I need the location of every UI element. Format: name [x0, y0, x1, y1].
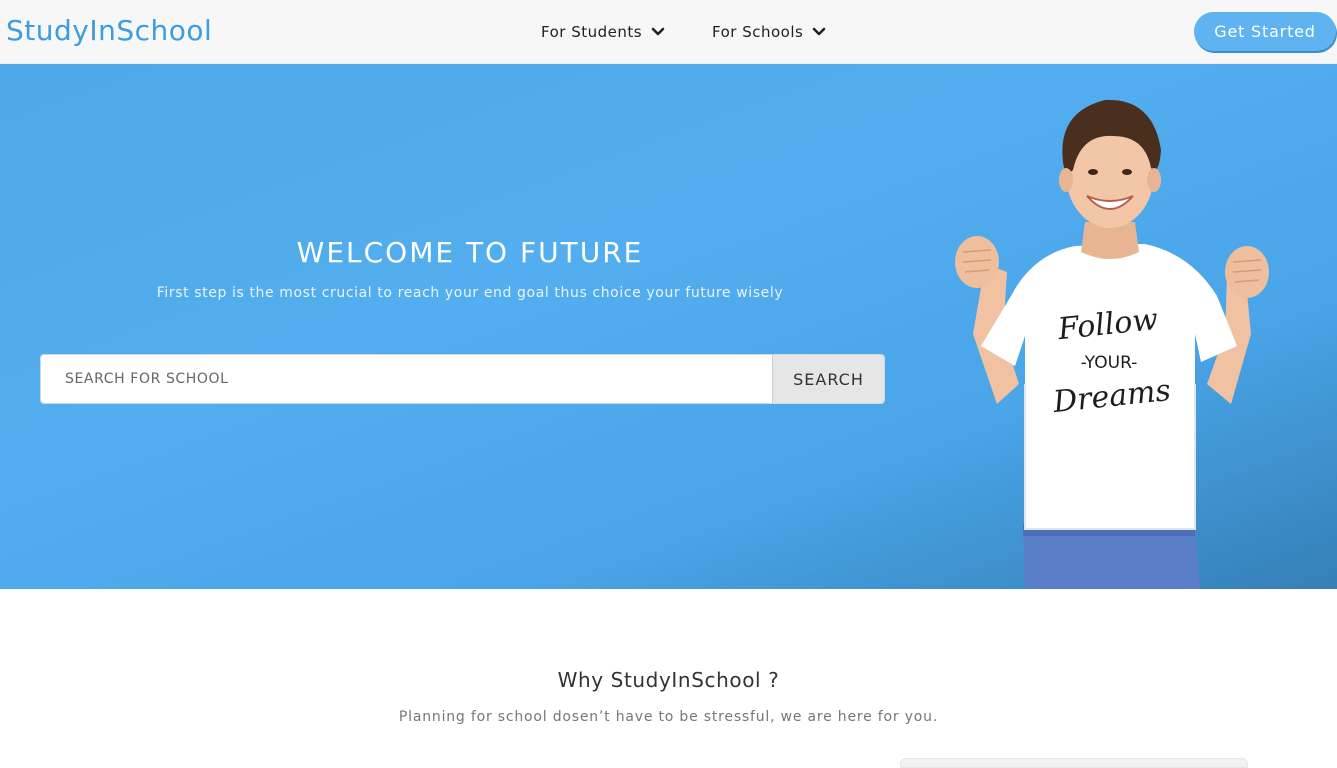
hero-title: WELCOME TO FUTURE	[296, 236, 644, 269]
shirt-text-line-2: -YOUR-	[1081, 353, 1138, 373]
top-navbar: StudyInSchool For Students For Schools G…	[0, 0, 1337, 64]
brand-logo[interactable]: StudyInSchool	[6, 14, 212, 47]
chevron-down-icon	[813, 27, 826, 36]
why-section-title: Why StudyInSchool ?	[557, 668, 780, 692]
hero-boy-illustration: Follow -YOUR- Dreams	[955, 99, 1269, 589]
get-started-button[interactable]: Get Started	[1194, 12, 1336, 51]
school-search-input[interactable]	[41, 355, 772, 403]
chevron-down-icon	[651, 27, 665, 36]
search-button[interactable]: SEARCH	[772, 355, 884, 403]
nav-for-students-label: For Students	[541, 23, 643, 41]
nav-for-schools-label: For Schools	[712, 23, 804, 41]
feature-card	[900, 758, 1248, 768]
nav-for-schools[interactable]: For Schools	[712, 22, 826, 42]
hero-subtitle: First step is the most crucial to reach …	[156, 285, 784, 301]
why-section-subtitle: Planning for school dosen’t have to be s…	[398, 709, 939, 725]
nav-for-students[interactable]: For Students	[541, 22, 665, 42]
hero-section: WELCOME TO FUTURE First step is the most…	[0, 64, 1337, 589]
school-search-bar: SEARCH	[40, 354, 885, 404]
